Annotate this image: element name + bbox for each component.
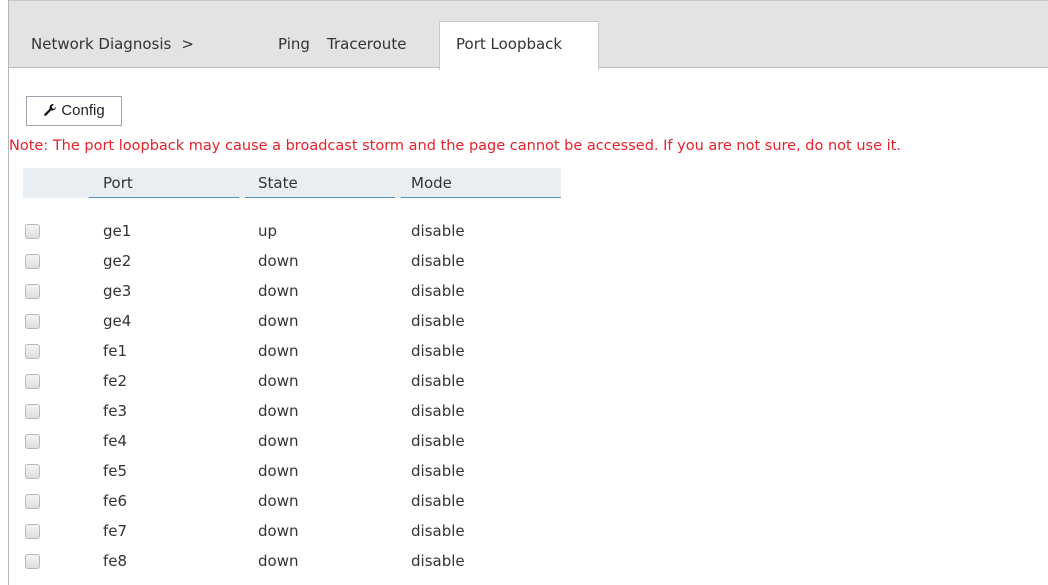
state-cell: down <box>258 492 299 510</box>
row-checkbox[interactable] <box>25 314 40 329</box>
breadcrumb-label: Network Diagnosis <box>31 35 172 53</box>
config-button[interactable]: Config <box>26 96 122 126</box>
mode-cell: disable <box>411 492 465 510</box>
port-cell: fe4 <box>103 432 128 450</box>
header-state-underline <box>245 197 395 198</box>
header-mode-underline <box>401 197 561 198</box>
header-state: State <box>258 174 298 192</box>
tab-port-loopback-label: Port Loopback <box>456 35 563 53</box>
state-cell: down <box>258 342 299 360</box>
port-cell: fe5 <box>103 462 128 480</box>
table-row: fe8 down disable <box>23 549 561 579</box>
state-cell: down <box>258 282 299 300</box>
table-row: ge3 down disable <box>23 279 561 309</box>
mode-cell: disable <box>411 222 465 240</box>
mode-cell: disable <box>411 402 465 420</box>
tab-bar: Network Diagnosis > Ping Traceroute Port … <box>9 0 1048 70</box>
port-cell: ge4 <box>103 312 132 330</box>
state-cell: up <box>258 222 278 240</box>
header-port: Port <box>103 174 133 192</box>
mode-cell: disable <box>411 432 465 450</box>
mode-cell: disable <box>411 462 465 480</box>
tab-port-loopback[interactable]: Port Loopback <box>439 21 599 70</box>
table-row: fe5 down disable <box>23 459 561 489</box>
mode-cell: disable <box>411 312 465 330</box>
table-row: ge1 up disable <box>23 219 561 249</box>
port-cell: fe7 <box>103 522 128 540</box>
row-checkbox[interactable] <box>25 254 40 269</box>
state-cell: down <box>258 402 299 420</box>
mode-cell: disable <box>411 252 465 270</box>
state-cell: down <box>258 522 299 540</box>
mode-cell: disable <box>411 522 465 540</box>
loopback-warning-note: Note: The port loopback may cause a broa… <box>9 138 901 154</box>
table-header: Port State Mode <box>23 168 561 198</box>
table-row: fe4 down disable <box>23 429 561 459</box>
breadcrumb: Network Diagnosis > <box>31 35 194 53</box>
state-cell: down <box>258 252 299 270</box>
table-row: ge4 down disable <box>23 309 561 339</box>
row-checkbox[interactable] <box>25 224 40 239</box>
table-row: fe3 down disable <box>23 399 561 429</box>
table-row: fe7 down disable <box>23 519 561 549</box>
mode-cell: disable <box>411 342 465 360</box>
row-checkbox[interactable] <box>25 554 40 569</box>
table-row: ge2 down disable <box>23 249 561 279</box>
state-cell: down <box>258 552 299 570</box>
row-checkbox[interactable] <box>25 464 40 479</box>
row-checkbox[interactable] <box>25 284 40 299</box>
header-mode: Mode <box>411 174 452 192</box>
state-cell: down <box>258 462 299 480</box>
port-cell: fe1 <box>103 342 128 360</box>
state-cell: down <box>258 372 299 390</box>
wrench-icon <box>43 103 57 121</box>
port-cell: fe2 <box>103 372 128 390</box>
tab-ping[interactable]: Ping <box>278 35 310 53</box>
breadcrumb-separator: > <box>181 35 194 53</box>
header-port-underline <box>89 197 239 198</box>
table-row: fe1 down disable <box>23 339 561 369</box>
mode-cell: disable <box>411 372 465 390</box>
mode-cell: disable <box>411 552 465 570</box>
row-checkbox[interactable] <box>25 344 40 359</box>
port-cell: fe8 <box>103 552 128 570</box>
row-checkbox[interactable] <box>25 404 40 419</box>
port-cell: fe3 <box>103 402 128 420</box>
state-cell: down <box>258 312 299 330</box>
config-button-label: Config <box>61 101 105 119</box>
port-cell: fe6 <box>103 492 128 510</box>
port-cell: ge2 <box>103 252 132 270</box>
table-row: fe6 down disable <box>23 489 561 519</box>
tab-traceroute[interactable]: Traceroute <box>327 35 406 53</box>
state-cell: down <box>258 432 299 450</box>
port-cell: ge1 <box>103 222 132 240</box>
mode-cell: disable <box>411 282 465 300</box>
port-loopback-page: Network Diagnosis > Ping Traceroute Port … <box>8 0 1048 585</box>
row-checkbox[interactable] <box>25 434 40 449</box>
row-checkbox[interactable] <box>25 524 40 539</box>
row-checkbox[interactable] <box>25 374 40 389</box>
table-row: fe2 down disable <box>23 369 561 399</box>
port-cell: ge3 <box>103 282 132 300</box>
row-checkbox[interactable] <box>25 494 40 509</box>
